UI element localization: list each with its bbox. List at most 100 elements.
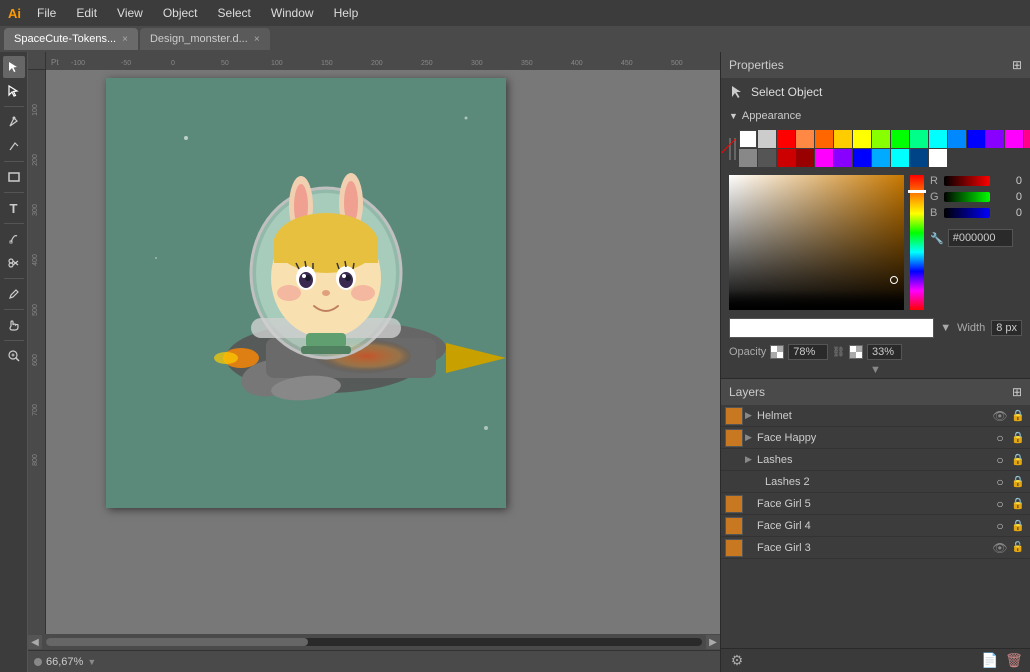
layer-eye-facegirl3[interactable]: 👁 — [992, 541, 1008, 555]
rectangle-tool[interactable] — [3, 166, 25, 188]
swatch-lime[interactable] — [872, 130, 890, 148]
swatch-magenta[interactable] — [1005, 130, 1023, 148]
fill-swatch-black[interactable] — [729, 138, 731, 160]
eyedropper-tool[interactable] — [3, 283, 25, 305]
layer-item-facegirl4[interactable]: ▶ Face Girl 4 ○ 🔒 — [721, 515, 1030, 537]
menu-object[interactable]: Object — [159, 4, 202, 22]
layer-lock-facegirl5[interactable]: 🔒 — [1010, 497, 1026, 510]
swatch-darkred[interactable] — [777, 149, 795, 167]
layer-item-lashes[interactable]: ▶ Lashes ○ 🔒 — [721, 449, 1030, 471]
swatch-teal-bright[interactable] — [910, 130, 928, 148]
b-slider[interactable] — [944, 208, 990, 218]
menu-file[interactable]: File — [33, 4, 60, 22]
layer-eye-facegirl4[interactable]: ○ — [992, 519, 1008, 533]
menu-edit[interactable]: Edit — [72, 4, 101, 22]
color-spectrum[interactable] — [729, 175, 904, 310]
properties-panel-header: Properties ⊞ — [721, 52, 1030, 78]
layers-settings-btn[interactable]: ⚙ — [727, 651, 747, 671]
swatch-cyan[interactable] — [929, 130, 947, 148]
select-tool[interactable] — [3, 56, 25, 78]
layer-item-lashes2[interactable]: Lashes 2 ○ 🔒 — [721, 471, 1030, 493]
swatch-maroon[interactable] — [796, 149, 814, 167]
paint-bucket-tool[interactable] — [3, 228, 25, 250]
swatch-lightgray[interactable] — [758, 130, 776, 148]
new-layer-btn[interactable]: 📄 — [980, 651, 1000, 671]
layer-lock-facehappy[interactable]: 🔒 — [1010, 431, 1026, 444]
layer-eye-facegirl5[interactable]: ○ — [992, 497, 1008, 511]
layer-lock-helmet[interactable]: 🔒 — [1010, 409, 1026, 422]
swatch-gray[interactable] — [739, 149, 757, 167]
layer-item-facegirl3[interactable]: ▶ Face Girl 3 👁 🔓 — [721, 537, 1030, 559]
scroll-track[interactable] — [46, 638, 702, 646]
layer-item-facehappy[interactable]: ▶ Face Happy ○ 🔒 — [721, 427, 1030, 449]
expand-more-btn[interactable]: ▼ — [721, 362, 1030, 378]
tab-1-close[interactable]: × — [254, 34, 260, 45]
layer-lock-facegirl4[interactable]: 🔒 — [1010, 519, 1026, 532]
layers-expand-icon[interactable]: ⊞ — [1012, 385, 1022, 399]
layers-panel: Layers ⊞ ▶ Helmet 👁 🔒 ▶ Face Happy ○ — [721, 379, 1030, 672]
scroll-left-btn[interactable]: ◀ — [28, 635, 42, 649]
swatch-navy[interactable] — [853, 149, 871, 167]
r-slider[interactable] — [944, 176, 990, 186]
layer-thumb-helmet — [725, 407, 743, 425]
layer-lock-lashes[interactable]: 🔒 — [1010, 453, 1026, 466]
swatch-blue[interactable] — [967, 130, 985, 148]
g-slider[interactable] — [944, 192, 990, 202]
properties-expand-icon[interactable]: ⊞ — [1012, 58, 1022, 72]
swatch-yellow[interactable] — [834, 130, 852, 148]
swatch-darkblue[interactable] — [910, 149, 928, 167]
canvas-viewport[interactable] — [46, 70, 720, 634]
scroll-thumb[interactable] — [46, 638, 308, 646]
swatch-aqua[interactable] — [891, 149, 909, 167]
layer-arrow-helmet[interactable]: ▶ — [745, 410, 755, 421]
layer-item-facegirl5[interactable]: ▶ Face Girl 5 ○ 🔒 — [721, 493, 1030, 515]
layer-eye-lashes2[interactable]: ○ — [992, 475, 1008, 489]
swatch-white[interactable] — [739, 130, 757, 148]
layer-lock-facegirl3[interactable]: 🔓 — [1010, 542, 1026, 553]
h-scrollbar[interactable]: ◀ ▶ — [28, 634, 720, 650]
layer-eye-helmet[interactable]: 👁 — [992, 409, 1008, 423]
text-tool[interactable]: T — [3, 197, 25, 219]
layer-arrow-lashes[interactable]: ▶ — [745, 454, 755, 465]
layer-item-helmet[interactable]: ▶ Helmet 👁 🔒 — [721, 405, 1030, 427]
tab-0[interactable]: SpaceCute-Tokens... × — [4, 28, 138, 50]
scissors-tool[interactable] — [3, 252, 25, 274]
direct-select-tool[interactable] — [3, 80, 25, 102]
zoom-dropdown[interactable]: ▼ — [87, 657, 96, 667]
swatch-darkgray[interactable] — [758, 149, 776, 167]
scroll-right-btn[interactable]: ▶ — [706, 635, 720, 649]
hand-tool[interactable] — [3, 314, 25, 336]
swatch-orange[interactable] — [796, 130, 814, 148]
layer-arrow-facehappy[interactable]: ▶ — [745, 432, 755, 443]
hue-bar[interactable] — [910, 175, 924, 310]
swatch-red[interactable] — [777, 130, 795, 148]
swatch-darkorange[interactable] — [815, 130, 833, 148]
swatch-cornflower[interactable] — [872, 149, 890, 167]
tab-0-close[interactable]: × — [122, 34, 128, 45]
menu-window[interactable]: Window — [267, 4, 318, 22]
menu-select[interactable]: Select — [214, 4, 255, 22]
swatch-fuchsia[interactable] — [815, 149, 833, 167]
layer-lock-lashes2[interactable]: 🔒 — [1010, 475, 1026, 488]
swatch-brightyellow[interactable] — [853, 130, 871, 148]
swatch-pink[interactable] — [1024, 130, 1030, 148]
swatch-white2[interactable] — [929, 149, 947, 167]
delete-layer-btn[interactable]: 🗑 — [1004, 651, 1024, 671]
layer-eye-facehappy[interactable]: ○ — [992, 431, 1008, 445]
eyedropper-small-icon[interactable]: 🔧 — [930, 232, 944, 245]
stroke-preview[interactable] — [729, 318, 934, 338]
menu-view[interactable]: View — [113, 4, 147, 22]
stroke-dropdown-arrow[interactable]: ▼ — [940, 322, 951, 334]
tab-1[interactable]: Design_monster.d... × — [140, 28, 270, 50]
swatch-skyblue[interactable] — [948, 130, 966, 148]
no-fill-swatch[interactable] — [734, 138, 736, 160]
swatch-violet[interactable] — [986, 130, 1004, 148]
swatch-green[interactable] — [891, 130, 909, 148]
hex-input[interactable] — [948, 229, 1013, 247]
pen-tool[interactable] — [3, 111, 25, 133]
anchor-pen-tool[interactable] — [3, 135, 25, 157]
menu-help[interactable]: Help — [330, 4, 363, 22]
swatch-purple[interactable] — [834, 149, 852, 167]
layer-eye-lashes[interactable]: ○ — [992, 453, 1008, 467]
zoom-tool[interactable] — [3, 345, 25, 367]
